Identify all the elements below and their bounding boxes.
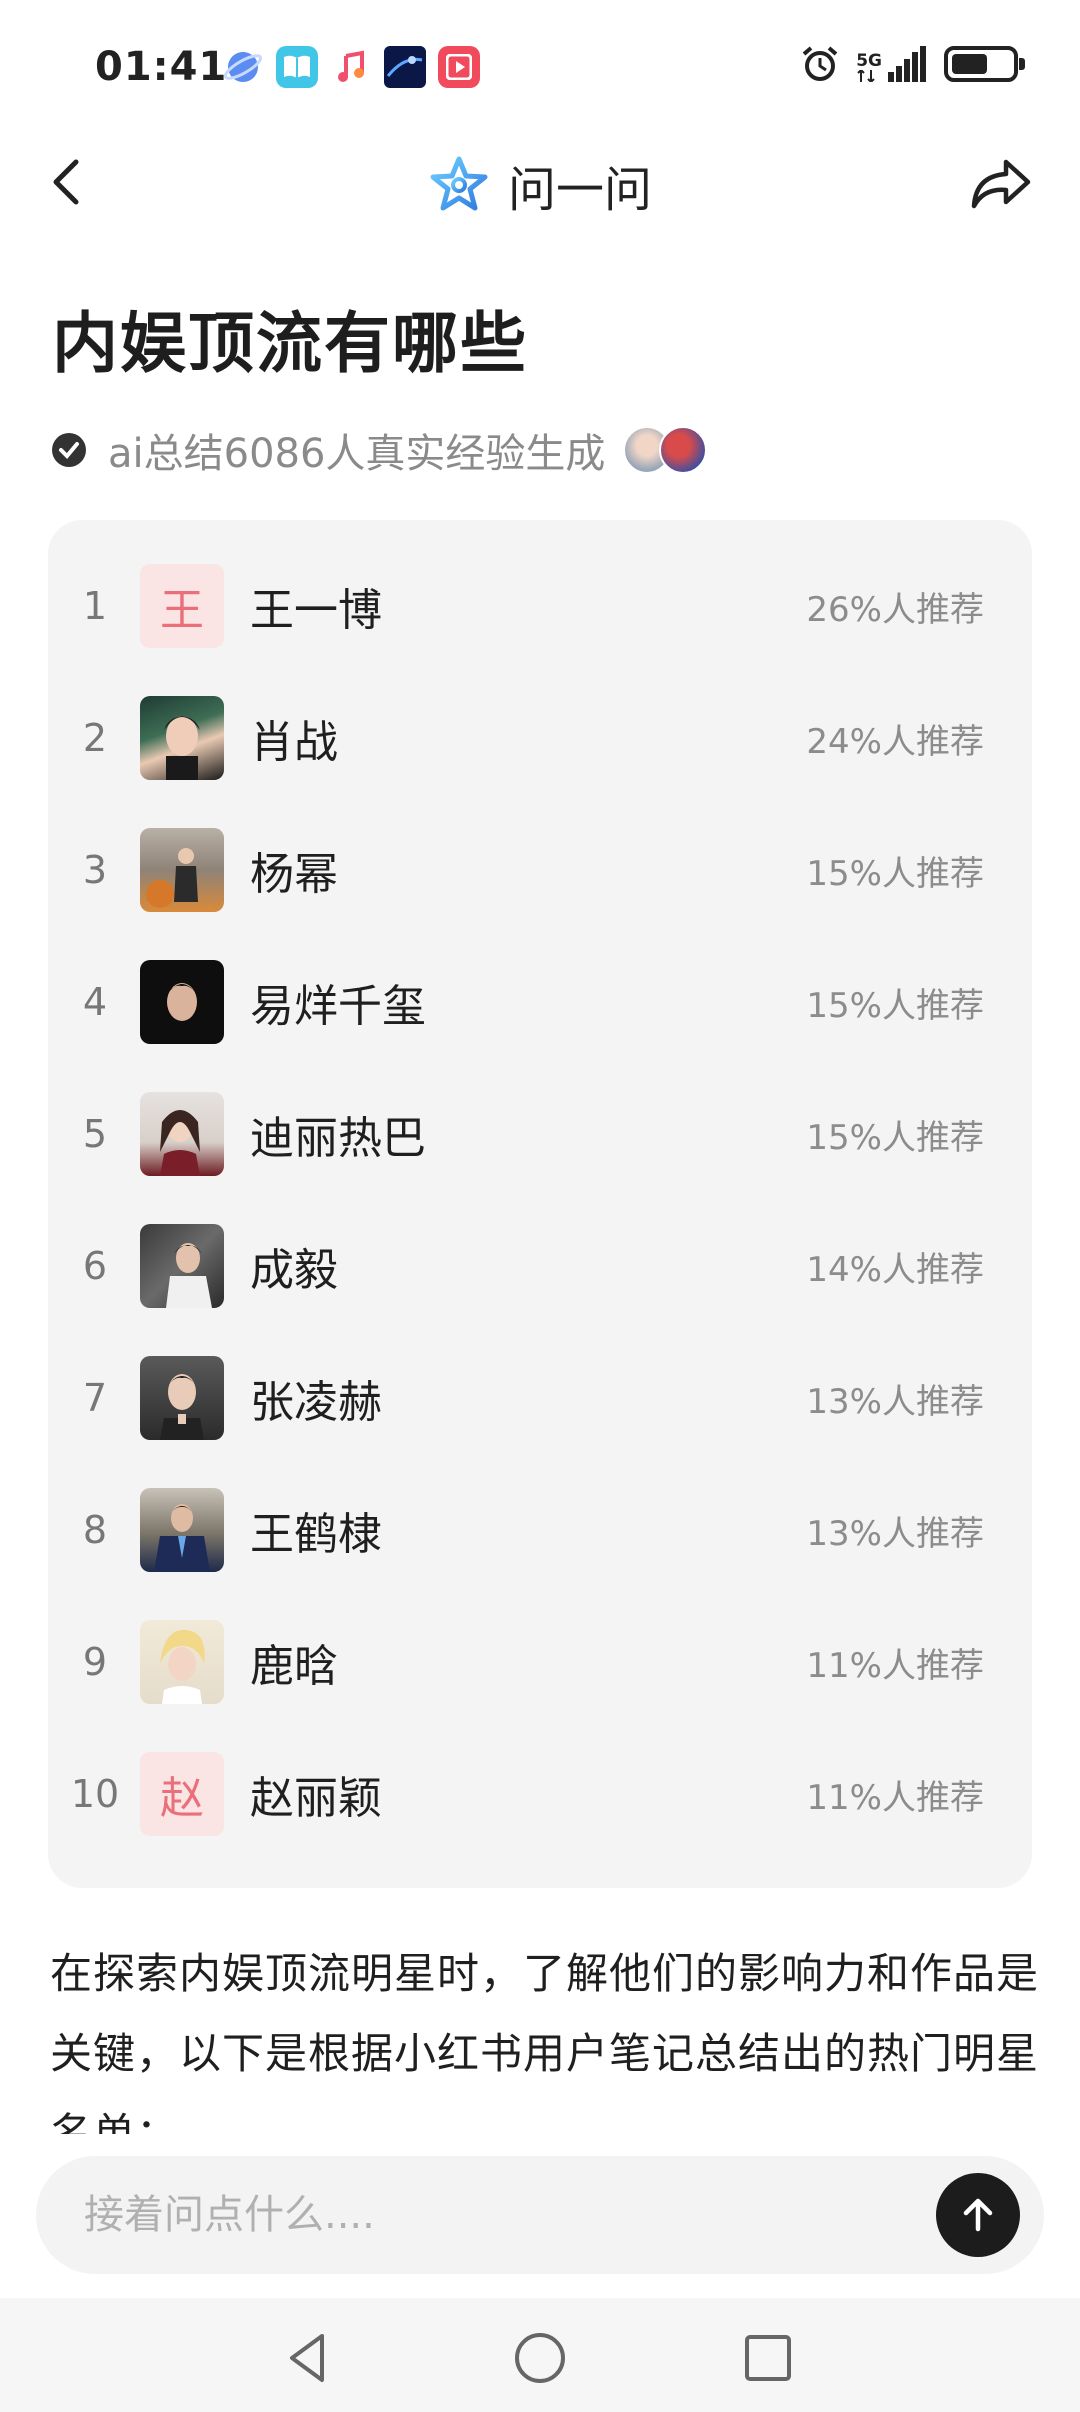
rank-number: 1	[82, 584, 108, 628]
avatar	[140, 1488, 224, 1572]
ranking-row[interactable]: 9 鹿晗 11%人推荐	[48, 1596, 1032, 1728]
ask-bar	[36, 2156, 1044, 2274]
alarm-icon	[802, 46, 838, 81]
share-icon	[971, 159, 1031, 209]
ask-input[interactable]	[84, 2156, 904, 2274]
summary-text: ai总结6086人真实经验生成	[108, 431, 606, 477]
triangle-back-icon	[290, 2334, 324, 2382]
avatar	[140, 1092, 224, 1176]
recommend-percent: 15%人推荐	[806, 853, 984, 894]
recommend-percent: 15%人推荐	[806, 1117, 984, 1158]
celebrity-name: 赵丽颖	[250, 1773, 382, 1824]
nav-title: 问一问	[507, 162, 652, 218]
send-button[interactable]	[936, 2173, 1020, 2257]
status-time: 01:41	[95, 44, 228, 90]
rank-number: 2	[82, 716, 108, 760]
recommend-percent: 11%人推荐	[806, 1645, 984, 1686]
square-recents-icon	[745, 2335, 791, 2381]
video-icon	[438, 46, 480, 88]
celebrity-name: 易烊千玺	[250, 981, 426, 1032]
ranking-row[interactable]: 4 易烊千玺 15%人推荐	[48, 936, 1032, 1068]
nav-title-group: 问一问	[0, 150, 1080, 220]
avatar	[140, 960, 224, 1044]
celebrity-name: 王鹤棣	[250, 1509, 382, 1560]
recommend-percent: 13%人推荐	[806, 1513, 984, 1554]
signal-bars-icon	[888, 46, 926, 82]
avatar	[659, 426, 708, 474]
rank-number: 5	[82, 1112, 108, 1156]
rank-number: 8	[82, 1508, 108, 1552]
summary-line: ai总结6086人真实经验生成	[52, 420, 708, 480]
ranking-row[interactable]: 3 杨幂 15%人推荐	[48, 804, 1032, 936]
share-button[interactable]	[968, 150, 1034, 216]
recommend-percent: 13%人推荐	[806, 1381, 984, 1422]
music-icon	[330, 46, 372, 88]
system-navigation-bar	[0, 2298, 1080, 2412]
rank-number: 10	[70, 1772, 120, 1816]
book-icon	[276, 46, 318, 88]
celebrity-name: 杨幂	[250, 849, 338, 900]
recommend-percent: 11%人推荐	[806, 1777, 984, 1818]
recommend-percent: 26%人推荐	[806, 589, 984, 630]
check-circle-icon	[52, 433, 86, 467]
celebrity-name: 张凌赫	[250, 1377, 382, 1428]
ranking-row[interactable]: 1 王 王一博 26%人推荐	[48, 540, 1032, 672]
ranking-row[interactable]: 7 张凌赫 13%人推荐	[48, 1332, 1032, 1464]
ask-star-icon	[430, 156, 488, 211]
avatar	[140, 1356, 224, 1440]
media-icon	[384, 46, 426, 88]
celebrity-name: 成毅	[250, 1245, 338, 1296]
network-label: 5G	[856, 51, 882, 71]
rank-number: 9	[82, 1640, 108, 1684]
data-arrows-icon	[857, 70, 875, 82]
celebrity-name: 鹿晗	[250, 1641, 338, 1692]
rank-number: 7	[82, 1376, 108, 1420]
signal-indicator: 5G	[856, 46, 928, 82]
ranking-row[interactable]: 10 赵 赵丽颖 11%人推荐	[48, 1728, 1032, 1860]
system-back-button[interactable]	[278, 2328, 338, 2388]
ranking-row[interactable]: 8 王鹤棣 13%人推荐	[48, 1464, 1032, 1596]
status-bar: 01:41 5G	[0, 0, 1080, 130]
avatar	[140, 696, 224, 780]
celebrity-name: 肖战	[250, 717, 338, 768]
avatar: 赵	[140, 1752, 224, 1836]
arrow-up-icon	[963, 2198, 993, 2232]
avatar	[140, 1224, 224, 1308]
avatar: 王	[140, 564, 224, 648]
contributor-avatars[interactable]	[623, 426, 708, 474]
system-recents-button[interactable]	[738, 2328, 798, 2388]
avatar	[140, 828, 224, 912]
status-app-icons	[222, 46, 480, 88]
circle-home-icon	[515, 2333, 565, 2383]
avatar	[140, 1620, 224, 1704]
system-home-button[interactable]	[510, 2328, 570, 2388]
recommend-percent: 24%人推荐	[806, 721, 984, 762]
recommend-percent: 14%人推荐	[806, 1249, 984, 1290]
rank-number: 3	[82, 848, 108, 892]
ranking-row[interactable]: 6 成毅 14%人推荐	[48, 1200, 1032, 1332]
ranking-card: 1 王 王一博 26%人推荐 2 肖战 24%人推荐 3 杨幂 15%人推荐 4…	[48, 520, 1032, 1888]
status-indicators: 5G	[800, 44, 1025, 84]
rank-number: 4	[82, 980, 108, 1024]
ranking-row[interactable]: 5 迪丽热巴 15%人推荐	[48, 1068, 1032, 1200]
answer-text: 在探索内娱顶流明星时，了解他们的影响力和作品是关键，以下是根据小红书用户笔记总结…	[50, 1949, 1040, 2134]
recommend-percent: 15%人推荐	[806, 985, 984, 1026]
ranking-row[interactable]: 2 肖战 24%人推荐	[48, 672, 1032, 804]
celebrity-name: 迪丽热巴	[250, 1113, 426, 1164]
page-title: 内娱顶流有哪些	[52, 305, 528, 382]
celebrity-name: 王一博	[250, 585, 382, 636]
browser-icon	[222, 46, 264, 88]
battery-icon	[944, 46, 1025, 82]
nav-bar: 问一问	[0, 130, 1080, 235]
rank-number: 6	[82, 1244, 108, 1288]
